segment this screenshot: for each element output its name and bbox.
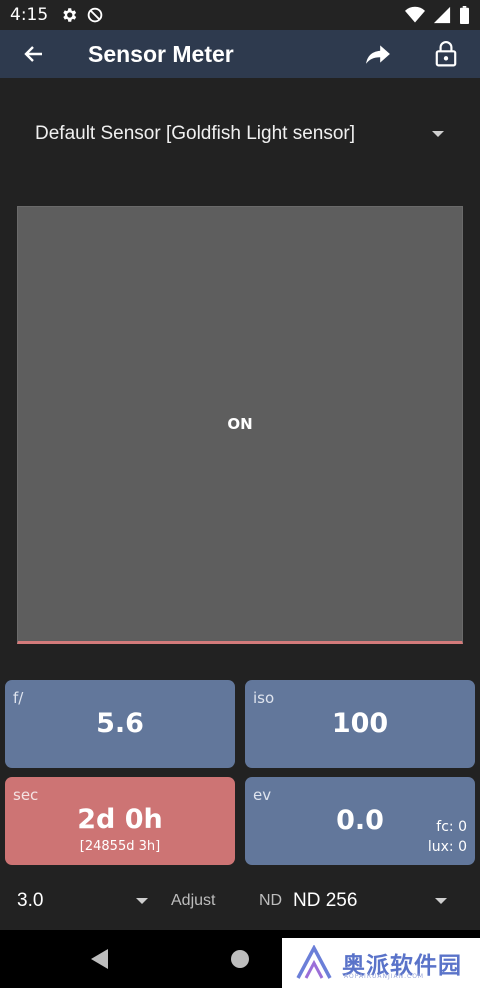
back-arrow-icon bbox=[24, 46, 42, 62]
ev-lux: lux: 0 bbox=[427, 839, 467, 855]
battery-icon bbox=[460, 6, 469, 24]
watermark-subtext: AOPAIRUANJIAN.COM bbox=[344, 973, 425, 980]
nav-back-button[interactable] bbox=[70, 930, 130, 988]
page-title: Sensor Meter bbox=[88, 40, 234, 67]
shutter-card[interactable]: sec 2d 0h [24855d 3h] bbox=[5, 777, 235, 865]
nd-select-value: ND 256 bbox=[293, 890, 358, 911]
chevron-down-icon bbox=[432, 131, 444, 137]
gear-icon bbox=[63, 8, 77, 22]
meter-panel[interactable]: ON bbox=[17, 206, 463, 644]
shutter-value: 2d 0h bbox=[77, 804, 163, 835]
bottom-row: 3.0 Adjust ND ND 256 bbox=[0, 880, 480, 922]
app-bar: Sensor Meter bbox=[0, 30, 480, 78]
adjust-select-value: 3.0 bbox=[17, 890, 44, 911]
ev-label: ev bbox=[253, 786, 272, 804]
do-not-disturb-icon bbox=[87, 7, 103, 23]
share-icon bbox=[366, 45, 390, 64]
status-right-icons bbox=[405, 6, 470, 24]
chevron-down-icon bbox=[136, 898, 148, 904]
back-button[interactable] bbox=[0, 30, 68, 78]
nav-home-button[interactable] bbox=[210, 930, 270, 988]
nd-select[interactable]: ND 256 bbox=[288, 880, 460, 922]
iso-value: 100 bbox=[331, 708, 389, 739]
sensor-select-value: Default Sensor [Goldfish Light sensor] bbox=[35, 123, 356, 144]
ev-card[interactable]: ev 0.0 fc: 0 lux: 0 bbox=[245, 777, 475, 865]
shutter-sub-value: [24855d 3h] bbox=[79, 839, 161, 854]
chevron-down-icon bbox=[435, 898, 447, 904]
aperture-value: 5.6 bbox=[96, 708, 144, 739]
lock-button[interactable] bbox=[412, 30, 480, 78]
shutter-label: sec bbox=[13, 786, 39, 804]
iso-card[interactable]: iso 100 bbox=[245, 680, 475, 768]
watermark: 奥派软件园 AOPAIRUANJIAN.COM bbox=[282, 938, 480, 988]
app-actions bbox=[344, 30, 480, 78]
share-button[interactable] bbox=[344, 30, 412, 78]
iso-label: iso bbox=[253, 689, 275, 707]
nd-label: ND bbox=[259, 892, 283, 909]
wifi-icon bbox=[405, 6, 425, 23]
aperture-label: f/ bbox=[13, 689, 24, 707]
meter-state: ON bbox=[227, 415, 253, 433]
aperture-card[interactable]: f/ 5.6 bbox=[5, 680, 235, 768]
sensor-select[interactable]: Default Sensor [Goldfish Light sensor] bbox=[20, 108, 460, 160]
status-time: 4:15 bbox=[10, 5, 49, 25]
back-triangle-icon bbox=[91, 949, 108, 969]
home-circle-icon bbox=[231, 950, 249, 968]
adjust-select[interactable]: 3.0 bbox=[0, 880, 160, 922]
watermark-logo-icon bbox=[296, 945, 332, 979]
status-bar: 4:15 bbox=[0, 0, 480, 30]
adjust-label: Adjust bbox=[171, 892, 216, 909]
lock-open-icon bbox=[435, 41, 457, 67]
ev-fc: fc: 0 bbox=[436, 819, 467, 835]
signal-icon bbox=[433, 6, 451, 24]
